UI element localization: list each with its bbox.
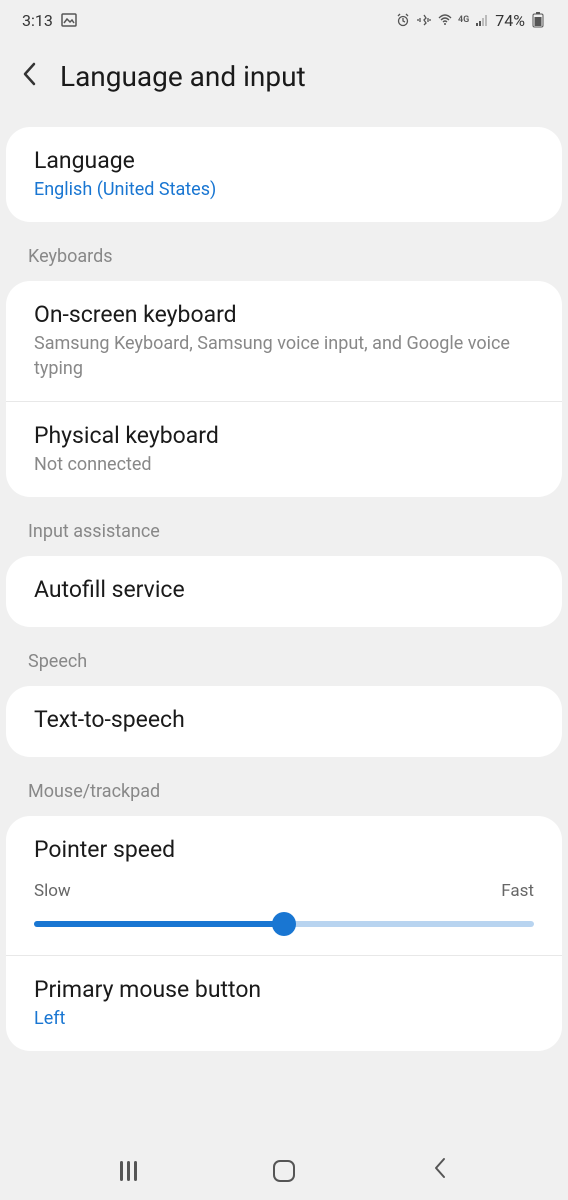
on-screen-keyboard-title: On-screen keyboard [34, 301, 534, 328]
battery-icon [530, 12, 546, 28]
autofill-service-title: Autofill service [34, 576, 534, 603]
language-card: Language English (United States) [6, 127, 562, 222]
section-input-assistance: Input assistance [0, 501, 568, 552]
pointer-speed-title: Pointer speed [34, 836, 534, 863]
slider-fast-label: Fast [501, 881, 534, 901]
primary-mouse-button-item[interactable]: Primary mouse button Left [6, 956, 562, 1051]
language-value: English (United States) [34, 178, 534, 202]
language-title: Language [34, 147, 534, 174]
nav-back-button[interactable] [410, 1156, 470, 1186]
status-left: 3:13 [22, 11, 77, 30]
pointer-speed-slider[interactable] [34, 921, 534, 927]
battery-percent: 74% [495, 11, 525, 30]
mouse-trackpad-card: Pointer speed Slow Fast Primary mouse bu… [6, 816, 562, 1051]
alarm-icon [395, 12, 411, 28]
on-screen-keyboard-item[interactable]: On-screen keyboard Samsung Keyboard, Sam… [6, 281, 562, 402]
section-speech: Speech [0, 631, 568, 682]
slider-slow-label: Slow [34, 881, 71, 901]
input-assistance-card: Autofill service [6, 556, 562, 627]
physical-keyboard-subtitle: Not connected [34, 453, 534, 477]
physical-keyboard-title: Physical keyboard [34, 422, 534, 449]
keyboards-card: On-screen keyboard Samsung Keyboard, Sam… [6, 281, 562, 497]
image-icon [61, 12, 77, 28]
status-bar: 3:13 4G 74% [0, 0, 568, 40]
slider-fill [34, 921, 284, 927]
speech-card: Text-to-speech [6, 686, 562, 757]
vibrate-icon [416, 12, 432, 28]
home-icon [273, 1160, 295, 1182]
physical-keyboard-item[interactable]: Physical keyboard Not connected [6, 402, 562, 497]
signal-icon [474, 12, 490, 28]
nav-recents-button[interactable] [98, 1156, 158, 1186]
navigation-bar [0, 1142, 568, 1200]
wifi-icon [437, 12, 453, 28]
pointer-speed-item: Pointer speed Slow Fast [6, 816, 562, 956]
page-title: Language and input [60, 60, 306, 93]
status-right: 4G 74% [395, 11, 546, 30]
network-label: 4G [458, 15, 469, 25]
slider-thumb[interactable] [272, 912, 296, 936]
recents-icon [120, 1161, 137, 1181]
autofill-service-item[interactable]: Autofill service [6, 556, 562, 627]
primary-mouse-button-title: Primary mouse button [34, 976, 534, 1003]
back-button[interactable] [22, 62, 36, 91]
section-mouse-trackpad: Mouse/trackpad [0, 761, 568, 812]
page-header: Language and input [0, 40, 568, 123]
language-item[interactable]: Language English (United States) [6, 127, 562, 222]
status-time: 3:13 [22, 11, 53, 30]
text-to-speech-item[interactable]: Text-to-speech [6, 686, 562, 757]
text-to-speech-title: Text-to-speech [34, 706, 534, 733]
on-screen-keyboard-subtitle: Samsung Keyboard, Samsung voice input, a… [34, 332, 534, 381]
primary-mouse-button-value: Left [34, 1007, 534, 1031]
section-keyboards: Keyboards [0, 226, 568, 277]
back-icon [433, 1157, 447, 1185]
slider-labels: Slow Fast [34, 881, 534, 901]
nav-home-button[interactable] [254, 1156, 314, 1186]
